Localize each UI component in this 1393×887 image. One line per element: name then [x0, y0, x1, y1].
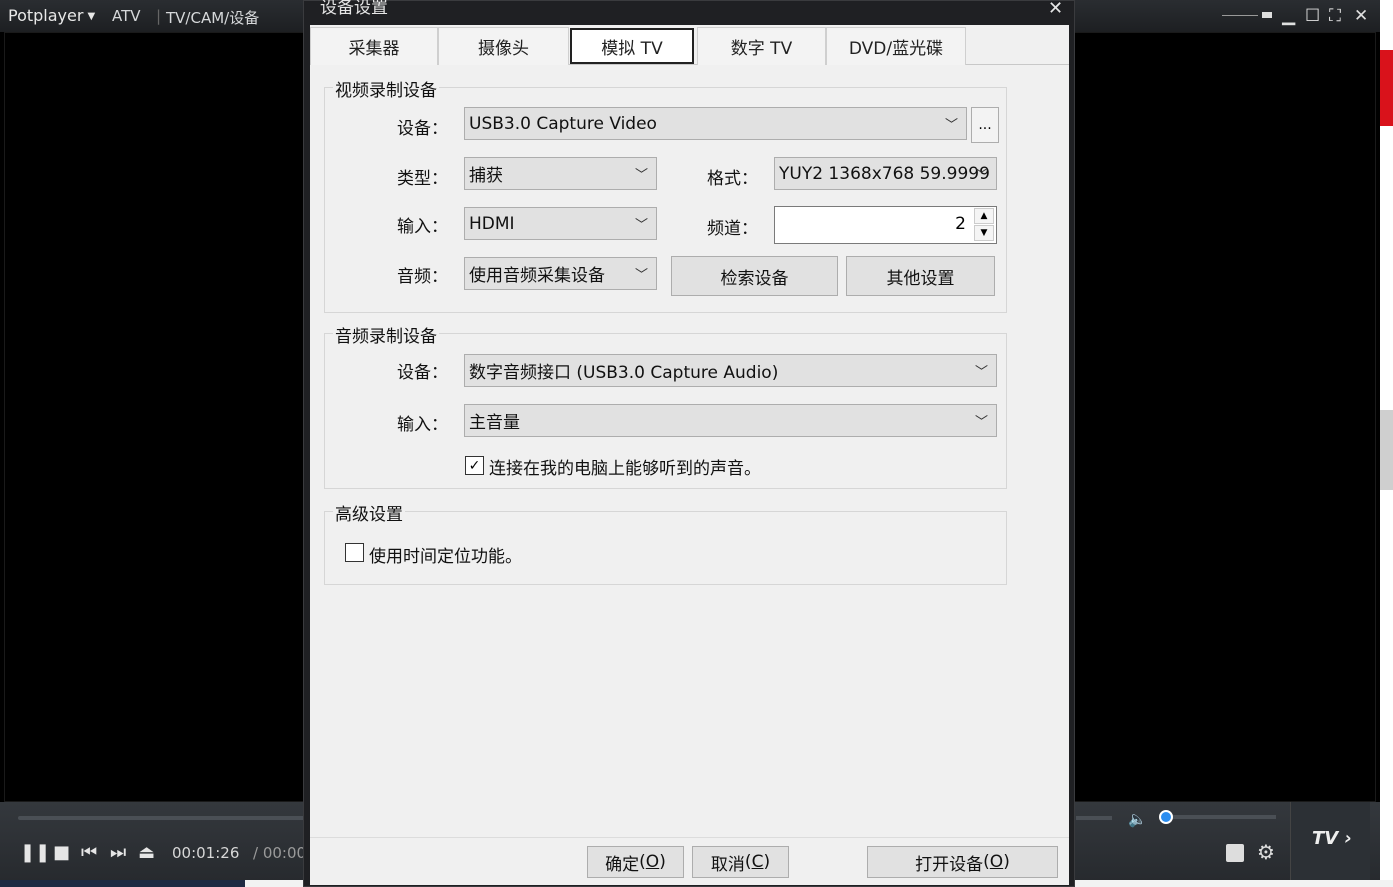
- dialog-body: 采集器 摄像头 模拟 TV 数字 TV DVD/蓝光碟 视频录制设备 设备： U…: [310, 25, 1069, 885]
- device-settings-dialog: 设备设置 ✕ 采集器 摄像头 模拟 TV 数字 TV DVD/蓝光碟 视频录制设…: [303, 0, 1075, 887]
- listen-checkbox-label[interactable]: 连接在我的电脑上能够听到的声音。: [489, 454, 761, 479]
- chevron-down-icon: ﹀: [634, 218, 648, 233]
- channel-value[interactable]: 2: [955, 214, 966, 234]
- other-settings-button[interactable]: 其他设置: [846, 256, 995, 296]
- advanced-group-title: 高级设置: [333, 500, 405, 525]
- fullscreen-icon[interactable]: ⛶: [1329, 6, 1341, 26]
- current-time: 00:01:26: [172, 844, 240, 862]
- previous-icon[interactable]: ⏮: [81, 844, 97, 862]
- minimize-icon[interactable]: ▁: [1282, 6, 1295, 26]
- tab-separator: |: [156, 7, 162, 25]
- advanced-settings-group: 高级设置 使用时间定位功能。: [324, 500, 1007, 585]
- audio-source-select[interactable]: 使用音频采集设备 ﹀: [464, 257, 657, 290]
- chevron-down-icon: ﹀: [634, 268, 648, 283]
- mini-mode-icon[interactable]: [1262, 12, 1272, 18]
- eject-icon[interactable]: ⏏: [138, 844, 155, 862]
- audio-source-label: 音频：: [397, 267, 448, 287]
- audio-device-select[interactable]: 数字音频接口 (USB3.0 Capture Audio) ﹀: [464, 354, 997, 387]
- audio-input-select[interactable]: 主音量 ﹀: [464, 404, 997, 437]
- tab-capture[interactable]: 采集器: [310, 27, 438, 65]
- dialog-title: 设备设置: [320, 0, 388, 18]
- video-group-title: 视频录制设备: [333, 76, 439, 101]
- tab-digital-tv[interactable]: 数字 TV: [697, 27, 826, 65]
- cancel-button[interactable]: 取消(C): [692, 846, 789, 878]
- format-label: 格式：: [707, 169, 758, 189]
- background-red-block: [1380, 50, 1393, 126]
- timeshift-checkbox[interactable]: [345, 543, 364, 562]
- titlebar-line: [1222, 15, 1258, 16]
- video-input-label: 输入：: [397, 217, 448, 237]
- tab-dvd-bluray[interactable]: DVD/蓝光碟: [826, 27, 966, 65]
- volume-icon[interactable]: 🔈: [1128, 810, 1147, 828]
- close-icon[interactable]: ✕: [1354, 6, 1368, 26]
- channel-label: 频道：: [707, 219, 758, 239]
- tab-camera[interactable]: 摄像头: [438, 27, 569, 65]
- volume-slider[interactable]: [1160, 815, 1276, 819]
- player-tab-tv-cam-device[interactable]: TV/CAM/设备: [166, 7, 259, 28]
- playlist-icon[interactable]: [1226, 844, 1244, 862]
- tab-bar: 采集器 摄像头 模拟 TV 数字 TV DVD/蓝光碟: [310, 25, 1069, 65]
- audio-input-label: 输入：: [397, 415, 448, 435]
- format-select[interactable]: YUY2 1368x768 59.9999 ﹀: [774, 157, 997, 190]
- chevron-down-icon: ﹀: [634, 168, 648, 183]
- tv-label[interactable]: TV ›: [1312, 828, 1352, 849]
- type-select[interactable]: 捕获 ﹀: [464, 157, 657, 190]
- type-label: 类型：: [397, 169, 448, 189]
- spin-up-icon[interactable]: ▲: [974, 208, 994, 224]
- potplayer-menu[interactable]: Potplayer ▼: [8, 6, 95, 25]
- video-input-select[interactable]: HDMI ﹀: [464, 207, 657, 240]
- channel-spinner[interactable]: 2 ▲ ▼: [774, 206, 997, 244]
- chevron-down-icon: ﹀: [944, 118, 958, 133]
- audio-recording-group: 音频录制设备 设备： 数字音频接口 (USB3.0 Capture Audio)…: [324, 322, 1007, 489]
- background-scrollbar: [1380, 410, 1393, 490]
- timeshift-checkbox-label[interactable]: 使用时间定位功能。: [369, 542, 522, 567]
- volume-knob[interactable]: [1159, 810, 1173, 824]
- spin-down-icon[interactable]: ▼: [974, 225, 994, 241]
- video-device-select[interactable]: USB3.0 Capture Video ﹀: [464, 107, 967, 140]
- audio-group-title: 音频录制设备: [333, 322, 439, 347]
- ok-button[interactable]: 确定(O): [587, 846, 684, 878]
- seek-bar-right[interactable]: [1076, 816, 1112, 820]
- video-device-label: 设备：: [397, 119, 448, 139]
- player-tab-atv[interactable]: ATV: [112, 7, 141, 25]
- checkmark-icon: ✓: [468, 457, 481, 474]
- next-icon[interactable]: ⏭: [110, 844, 126, 862]
- video-recording-group: 视频录制设备 设备： USB3.0 Capture Video ﹀ ... 类型：…: [324, 76, 1007, 313]
- audio-device-label: 设备：: [397, 363, 448, 383]
- maximize-icon[interactable]: ☐: [1305, 6, 1320, 26]
- seek-bar[interactable]: [18, 816, 308, 820]
- background-app-strip: [1380, 0, 1393, 887]
- dialog-close-icon[interactable]: ✕: [1048, 0, 1063, 19]
- stop-icon[interactable]: ■: [53, 844, 70, 862]
- gear-icon[interactable]: ⚙: [1257, 840, 1275, 864]
- chevron-down-icon: ﹀: [974, 415, 988, 430]
- open-device-button[interactable]: 打开设备(O): [867, 846, 1058, 878]
- dialog-footer: 确定(O) 取消(C) 打开设备(O): [310, 837, 1069, 885]
- chevron-down-icon: ﹀: [974, 365, 988, 380]
- chevron-down-icon: ﹀: [974, 168, 988, 183]
- video-device-more-button[interactable]: ...: [971, 107, 999, 143]
- caret-down-icon: ▼: [87, 11, 96, 22]
- pause-icon[interactable]: ❚❚: [20, 844, 50, 862]
- search-device-button[interactable]: 检索设备: [671, 256, 838, 296]
- tab-analog-tv[interactable]: 模拟 TV: [570, 28, 694, 64]
- listen-checkbox[interactable]: ✓: [465, 456, 484, 475]
